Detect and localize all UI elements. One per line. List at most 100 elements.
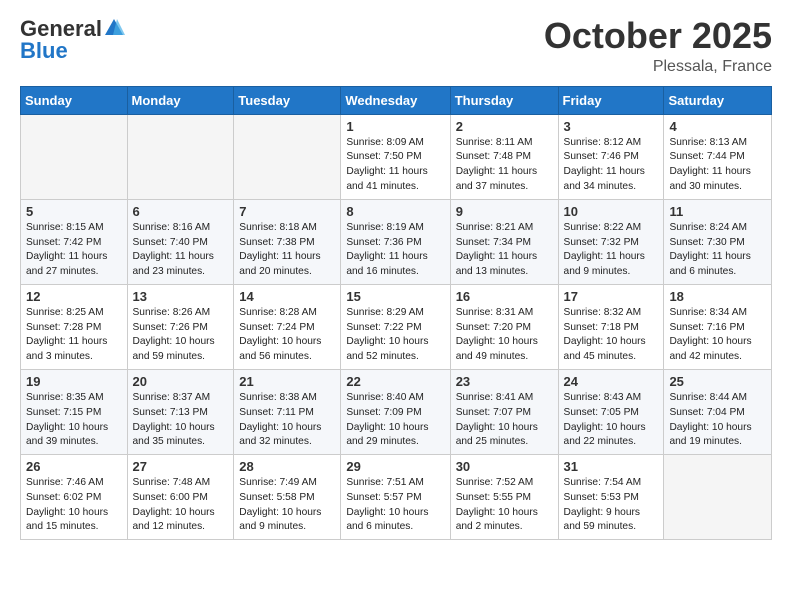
calendar: SundayMondayTuesdayWednesdayThursdayFrid… <box>20 86 772 541</box>
calendar-cell: 11 Sunrise: 8:24 AM Sunset: 7:30 PM Dayli… <box>664 199 772 284</box>
day-number: 5 <box>26 204 122 219</box>
day-number: 28 <box>239 459 335 474</box>
day-number: 21 <box>239 374 335 389</box>
day-number: 4 <box>669 119 766 134</box>
day-info: Sunrise: 8:28 AM Sunset: 7:24 PM Dayligh… <box>239 306 335 365</box>
weekday-header-row: SundayMondayTuesdayWednesdayThursdayFrid… <box>21 86 772 114</box>
day-info: Sunrise: 8:19 AM Sunset: 7:36 PM Dayligh… <box>346 221 444 280</box>
calendar-cell <box>234 114 341 199</box>
day-number: 12 <box>26 289 122 304</box>
day-number: 29 <box>346 459 444 474</box>
calendar-cell: 26 Sunrise: 7:46 AM Sunset: 6:02 PM Dayli… <box>21 455 128 540</box>
calendar-cell: 16Sunrise: 8:31 AM Sunset: 7:20 PM Dayli… <box>450 284 558 369</box>
calendar-cell: 31Sunrise: 7:54 AM Sunset: 5:53 PM Dayli… <box>558 455 664 540</box>
calendar-cell: 13 Sunrise: 8:26 AM Sunset: 7:26 PM Dayli… <box>127 284 234 369</box>
day-number: 1 <box>346 119 444 134</box>
calendar-cell: 21 Sunrise: 8:38 AM Sunset: 7:11 PM Dayli… <box>234 369 341 454</box>
day-number: 31 <box>564 459 659 474</box>
calendar-week-row: 5 Sunrise: 8:15 AM Sunset: 7:42 PM Daylig… <box>21 199 772 284</box>
day-number: 17 <box>564 289 659 304</box>
logo: General Blue <box>20 16 125 64</box>
calendar-week-row: 26 Sunrise: 7:46 AM Sunset: 6:02 PM Dayli… <box>21 455 772 540</box>
weekday-header-saturday: Saturday <box>664 86 772 114</box>
day-number: 26 <box>26 459 122 474</box>
day-info: Sunrise: 8:11 AM Sunset: 7:48 PM Dayligh… <box>456 136 553 195</box>
day-info: Sunrise: 8:43 AM Sunset: 7:05 PM Dayligh… <box>564 391 659 450</box>
weekday-header-friday: Friday <box>558 86 664 114</box>
day-info: Sunrise: 8:15 AM Sunset: 7:42 PM Dayligh… <box>26 221 122 280</box>
day-info: Sunrise: 8:41 AM Sunset: 7:07 PM Dayligh… <box>456 391 553 450</box>
calendar-cell: 30 Sunrise: 7:52 AM Sunset: 5:55 PM Dayli… <box>450 455 558 540</box>
day-info: Sunrise: 8:18 AM Sunset: 7:38 PM Dayligh… <box>239 221 335 280</box>
calendar-cell: 25 Sunrise: 8:44 AM Sunset: 7:04 PM Dayli… <box>664 369 772 454</box>
day-info: Sunrise: 8:16 AM Sunset: 7:40 PM Dayligh… <box>133 221 229 280</box>
calendar-cell <box>127 114 234 199</box>
day-number: 3 <box>564 119 659 134</box>
calendar-cell: 20 Sunrise: 8:37 AM Sunset: 7:13 PM Dayli… <box>127 369 234 454</box>
calendar-cell: 24 Sunrise: 8:43 AM Sunset: 7:05 PM Dayli… <box>558 369 664 454</box>
page: General Blue October 2025 Plessala, Fran… <box>0 0 792 556</box>
day-info: Sunrise: 7:52 AM Sunset: 5:55 PM Dayligh… <box>456 476 553 535</box>
calendar-cell: 9Sunrise: 8:21 AM Sunset: 7:34 PM Daylig… <box>450 199 558 284</box>
calendar-cell: 5 Sunrise: 8:15 AM Sunset: 7:42 PM Daylig… <box>21 199 128 284</box>
day-info: Sunrise: 8:38 AM Sunset: 7:11 PM Dayligh… <box>239 391 335 450</box>
day-number: 24 <box>564 374 659 389</box>
day-info: Sunrise: 8:26 AM Sunset: 7:26 PM Dayligh… <box>133 306 229 365</box>
weekday-header-monday: Monday <box>127 86 234 114</box>
calendar-cell: 4 Sunrise: 8:13 AM Sunset: 7:44 PM Daylig… <box>664 114 772 199</box>
calendar-cell: 18 Sunrise: 8:34 AM Sunset: 7:16 PM Dayli… <box>664 284 772 369</box>
weekday-header-sunday: Sunday <box>21 86 128 114</box>
day-info: Sunrise: 8:44 AM Sunset: 7:04 PM Dayligh… <box>669 391 766 450</box>
day-info: Sunrise: 8:37 AM Sunset: 7:13 PM Dayligh… <box>133 391 229 450</box>
calendar-cell: 19Sunrise: 8:35 AM Sunset: 7:15 PM Dayli… <box>21 369 128 454</box>
calendar-week-row: 1 Sunrise: 8:09 AM Sunset: 7:50 PM Daylig… <box>21 114 772 199</box>
day-number: 27 <box>133 459 229 474</box>
calendar-cell: 22Sunrise: 8:40 AM Sunset: 7:09 PM Dayli… <box>341 369 450 454</box>
calendar-cell: 3 Sunrise: 8:12 AM Sunset: 7:46 PM Daylig… <box>558 114 664 199</box>
logo-icon <box>103 17 125 39</box>
calendar-cell: 1 Sunrise: 8:09 AM Sunset: 7:50 PM Daylig… <box>341 114 450 199</box>
day-info: Sunrise: 8:29 AM Sunset: 7:22 PM Dayligh… <box>346 306 444 365</box>
title-block: October 2025 Plessala, France <box>544 16 772 76</box>
day-number: 7 <box>239 204 335 219</box>
calendar-cell <box>664 455 772 540</box>
day-number: 15 <box>346 289 444 304</box>
calendar-cell <box>21 114 128 199</box>
day-info: Sunrise: 8:12 AM Sunset: 7:46 PM Dayligh… <box>564 136 659 195</box>
day-number: 14 <box>239 289 335 304</box>
day-number: 11 <box>669 204 766 219</box>
day-number: 30 <box>456 459 553 474</box>
day-info: Sunrise: 8:24 AM Sunset: 7:30 PM Dayligh… <box>669 221 766 280</box>
day-number: 23 <box>456 374 553 389</box>
header: General Blue October 2025 Plessala, Fran… <box>20 16 772 76</box>
day-info: Sunrise: 7:51 AM Sunset: 5:57 PM Dayligh… <box>346 476 444 535</box>
location: Plessala, France <box>544 58 772 76</box>
calendar-cell: 14 Sunrise: 8:28 AM Sunset: 7:24 PM Dayli… <box>234 284 341 369</box>
day-number: 9 <box>456 204 553 219</box>
day-number: 8 <box>346 204 444 219</box>
calendar-cell: 15 Sunrise: 8:29 AM Sunset: 7:22 PM Dayli… <box>341 284 450 369</box>
day-number: 18 <box>669 289 766 304</box>
day-info: Sunrise: 8:09 AM Sunset: 7:50 PM Dayligh… <box>346 136 444 195</box>
calendar-cell: 23 Sunrise: 8:41 AM Sunset: 7:07 PM Dayli… <box>450 369 558 454</box>
calendar-cell: 12 Sunrise: 8:25 AM Sunset: 7:28 PM Dayli… <box>21 284 128 369</box>
day-info: Sunrise: 7:46 AM Sunset: 6:02 PM Dayligh… <box>26 476 122 535</box>
calendar-cell: 8 Sunrise: 8:19 AM Sunset: 7:36 PM Daylig… <box>341 199 450 284</box>
day-number: 10 <box>564 204 659 219</box>
day-info: Sunrise: 8:13 AM Sunset: 7:44 PM Dayligh… <box>669 136 766 195</box>
day-info: Sunrise: 7:49 AM Sunset: 5:58 PM Dayligh… <box>239 476 335 535</box>
day-number: 25 <box>669 374 766 389</box>
day-info: Sunrise: 7:48 AM Sunset: 6:00 PM Dayligh… <box>133 476 229 535</box>
day-info: Sunrise: 8:34 AM Sunset: 7:16 PM Dayligh… <box>669 306 766 365</box>
calendar-cell: 28 Sunrise: 7:49 AM Sunset: 5:58 PM Dayli… <box>234 455 341 540</box>
day-info: Sunrise: 8:40 AM Sunset: 7:09 PM Dayligh… <box>346 391 444 450</box>
calendar-cell: 17Sunrise: 8:32 AM Sunset: 7:18 PM Dayli… <box>558 284 664 369</box>
day-info: Sunrise: 8:25 AM Sunset: 7:28 PM Dayligh… <box>26 306 122 365</box>
day-number: 2 <box>456 119 553 134</box>
day-number: 13 <box>133 289 229 304</box>
calendar-cell: 10Sunrise: 8:22 AM Sunset: 7:32 PM Dayli… <box>558 199 664 284</box>
calendar-cell: 7 Sunrise: 8:18 AM Sunset: 7:38 PM Daylig… <box>234 199 341 284</box>
weekday-header-tuesday: Tuesday <box>234 86 341 114</box>
calendar-cell: 2 Sunrise: 8:11 AM Sunset: 7:48 PM Daylig… <box>450 114 558 199</box>
day-number: 20 <box>133 374 229 389</box>
